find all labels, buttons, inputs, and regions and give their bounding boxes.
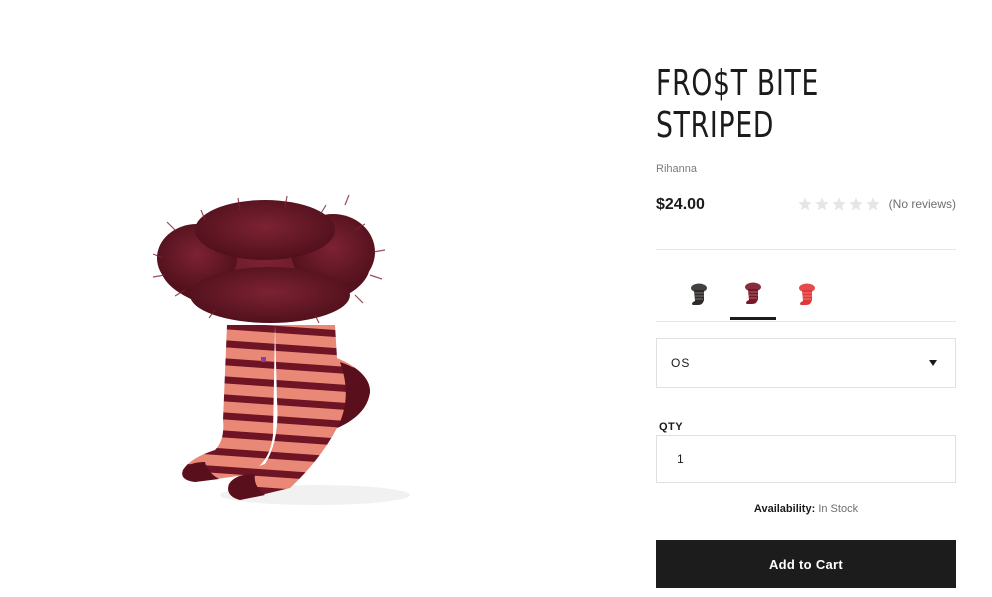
availability-value: In Stock	[818, 503, 859, 515]
star-icon	[848, 196, 864, 212]
brand-link[interactable]: Rihanna	[656, 163, 697, 175]
divider	[656, 249, 956, 250]
review-count[interactable]: (No reviews)	[889, 197, 956, 211]
sock-thumbnail-icon	[691, 283, 707, 305]
color-swatch-black[interactable]	[676, 270, 722, 320]
star-rating	[797, 196, 881, 212]
product-info-panel: FRO$T BITE STRIPED Rihanna $24.00 (No re…	[656, 0, 956, 597]
sock-thumbnail-icon	[745, 282, 761, 304]
availability: Availability: In Stock	[656, 503, 956, 515]
product-title-line2: STRIPED	[656, 105, 775, 146]
availability-label: Availability:	[753, 503, 816, 515]
divider	[656, 321, 956, 322]
size-select[interactable]: OS	[656, 338, 956, 388]
star-icon	[814, 196, 830, 212]
color-swatch-red[interactable]	[784, 270, 830, 320]
star-icon	[831, 196, 847, 212]
sock-thumbnail-icon	[799, 283, 815, 305]
product-title-line1: FRO$T BITE	[656, 63, 820, 104]
quantity-input[interactable]	[656, 435, 956, 483]
star-icon	[797, 196, 813, 212]
color-swatches	[676, 270, 838, 322]
product-image[interactable]	[115, 80, 430, 510]
chevron-down-icon	[929, 360, 937, 366]
color-swatch-burgundy[interactable]	[730, 270, 776, 320]
rating[interactable]: (No reviews)	[797, 196, 956, 212]
price: $24.00	[656, 196, 705, 213]
add-to-cart-button[interactable]: Add to Cart	[656, 540, 956, 588]
product-title: FRO$T BITE STRIPED	[656, 63, 878, 147]
quantity-label: QTY	[659, 421, 684, 433]
size-select-value: OS	[671, 356, 691, 370]
star-icon	[865, 196, 881, 212]
